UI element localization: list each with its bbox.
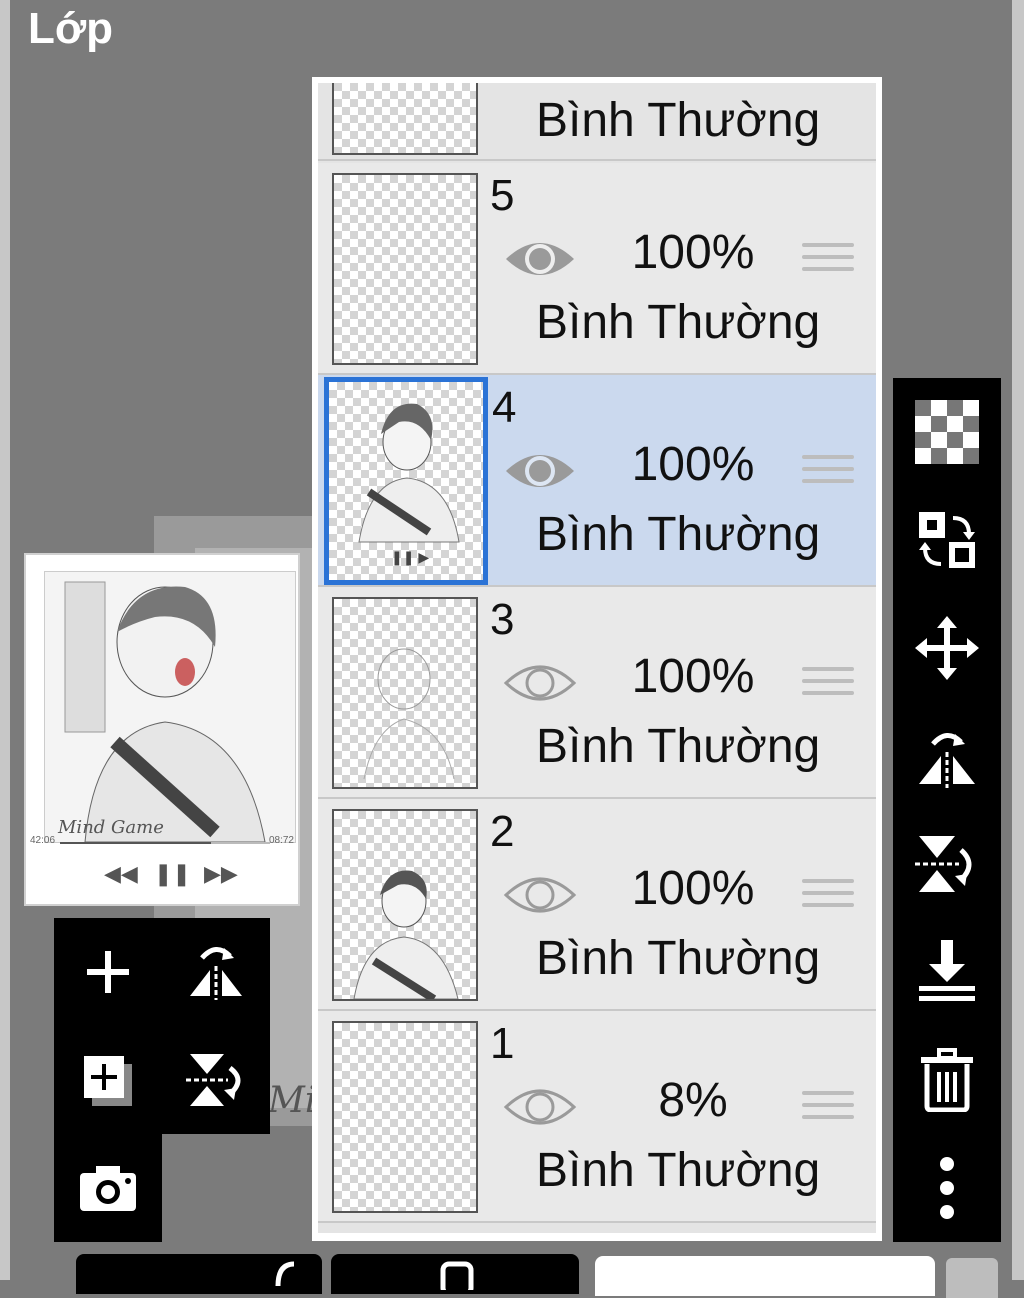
layer-tools-toolbar: [893, 378, 1001, 1242]
right-frame: [1012, 0, 1024, 1280]
layer-thumbnail: [332, 83, 478, 155]
drag-handle-icon[interactable]: [802, 455, 854, 491]
flip-vertical-button[interactable]: [893, 814, 1001, 914]
blend-mode[interactable]: Bình Thường: [536, 719, 820, 774]
layer-number: 3: [490, 595, 515, 644]
layer-thumbnail: [332, 1021, 478, 1213]
delete-layer-button[interactable]: [893, 1030, 1001, 1130]
bottom-button-right[interactable]: [946, 1258, 998, 1298]
layer-row-partial[interactable]: Bình Thường: [318, 83, 876, 161]
visibility-eye-off-icon[interactable]: [502, 657, 578, 709]
layer-opacity[interactable]: 100%: [588, 649, 798, 704]
flip-horizontal-icon: [919, 733, 975, 788]
layer-number: 2: [490, 807, 515, 856]
preview-time-elapsed: 42:06: [30, 835, 56, 846]
preview-progress: [60, 842, 270, 844]
add-layer-icon: [87, 951, 129, 993]
layer-number: 1: [490, 1019, 515, 1068]
flip-horizontal-button[interactable]: [162, 918, 270, 1026]
bottom-middle-icon: [440, 1261, 474, 1290]
merge-down-button[interactable]: [893, 920, 1001, 1020]
move-icon: [915, 616, 979, 680]
blend-mode[interactable]: Bình Thường: [536, 931, 820, 986]
left-frame: [0, 0, 10, 1280]
pause-icon: ❚❚: [154, 861, 191, 886]
swap-layers-button[interactable]: [893, 490, 1001, 590]
layer-opacity[interactable]: 8%: [588, 1073, 798, 1128]
drag-handle-icon[interactable]: [802, 667, 854, 703]
flip-horizontal-button[interactable]: [893, 706, 1001, 806]
transparency-icon: [915, 400, 979, 464]
layer-opacity[interactable]: 100%: [588, 225, 798, 280]
blend-mode[interactable]: Bình Thường: [536, 507, 820, 562]
layer-number: 4: [492, 383, 517, 432]
layer-thumbnail: ❚❚ ▶: [324, 377, 488, 585]
camera-button[interactable]: [54, 1134, 162, 1242]
move-button[interactable]: [893, 598, 1001, 698]
canvas-preview[interactable]: Mind Game 42:06 08:72 ◀◀ ❚❚ ▶▶: [24, 553, 300, 906]
drag-handle-icon[interactable]: [802, 1091, 854, 1127]
drag-handle-icon[interactable]: [802, 879, 854, 915]
swap-layers-icon: [919, 512, 975, 568]
layer-row-1[interactable]: 1 8% Bình Thường: [318, 1011, 876, 1223]
bottom-button-middle[interactable]: [331, 1254, 579, 1294]
bottom-color-bar[interactable]: [595, 1256, 935, 1296]
layer-opacity[interactable]: 100%: [588, 437, 798, 492]
add-layer-copy-icon: [84, 1056, 132, 1106]
preview-caption: Mind Game: [58, 817, 164, 838]
duplicate-layer-button[interactable]: [54, 1026, 162, 1134]
camera-icon: [80, 1166, 136, 1211]
layer-opacity[interactable]: 100%: [588, 861, 798, 916]
layer-row-4[interactable]: ❚❚ ▶ 4 100% Bình Thường: [318, 375, 876, 587]
layer-row-5[interactable]: 5 100% Bình Thường: [318, 163, 876, 375]
svg-text:❚❚ ▶: ❚❚ ▶: [391, 549, 429, 566]
layer-thumbnail: [332, 597, 478, 789]
visibility-eye-icon[interactable]: [502, 445, 578, 497]
page-title: Lớp: [28, 4, 114, 53]
bottom-left-icon: [275, 1261, 295, 1287]
layer-thumbnail: [332, 173, 478, 365]
bottom-button-left[interactable]: [76, 1254, 322, 1294]
visibility-eye-off-icon[interactable]: [502, 1081, 578, 1133]
visibility-eye-icon[interactable]: [502, 233, 578, 285]
preview-artwork: [44, 571, 296, 843]
trash-icon: [921, 1048, 973, 1112]
flip-vertical-icon: [915, 836, 972, 892]
layer-number: 5: [490, 171, 515, 220]
blend-mode[interactable]: Bình Thường: [536, 295, 820, 350]
more-options-button[interactable]: [893, 1138, 1001, 1238]
layer-row-3[interactable]: 3 100% Bình Thường: [318, 587, 876, 799]
visibility-eye-off-icon[interactable]: [502, 869, 578, 921]
transparency-button[interactable]: [893, 382, 1001, 482]
flip-vertical-button[interactable]: [162, 1026, 270, 1134]
forward-icon: ▶▶: [204, 861, 238, 886]
flip-vertical-icon: [186, 1054, 241, 1106]
drag-handle-icon[interactable]: [802, 243, 854, 279]
blend-mode[interactable]: Bình Thường: [536, 1143, 820, 1198]
merge-down-icon: [919, 940, 975, 1001]
layer-thumbnail: [332, 809, 478, 1003]
rewind-icon: ◀◀: [104, 861, 138, 886]
layers-list[interactable]: Bình Thường 5 100% Bình Thường ❚❚ ▶ 4 10…: [318, 83, 876, 1233]
blend-mode[interactable]: Bình Thường: [536, 93, 820, 148]
layer-row-2[interactable]: 2 100% Bình Thường: [318, 799, 876, 1011]
flip-horizontal-icon: [190, 947, 242, 1000]
more-icon: [940, 1157, 954, 1219]
preview-time-total: 08:72: [268, 835, 294, 846]
add-layer-button[interactable]: [54, 918, 162, 1026]
layers-panel: Bình Thường 5 100% Bình Thường ❚❚ ▶ 4 10…: [312, 77, 882, 1241]
